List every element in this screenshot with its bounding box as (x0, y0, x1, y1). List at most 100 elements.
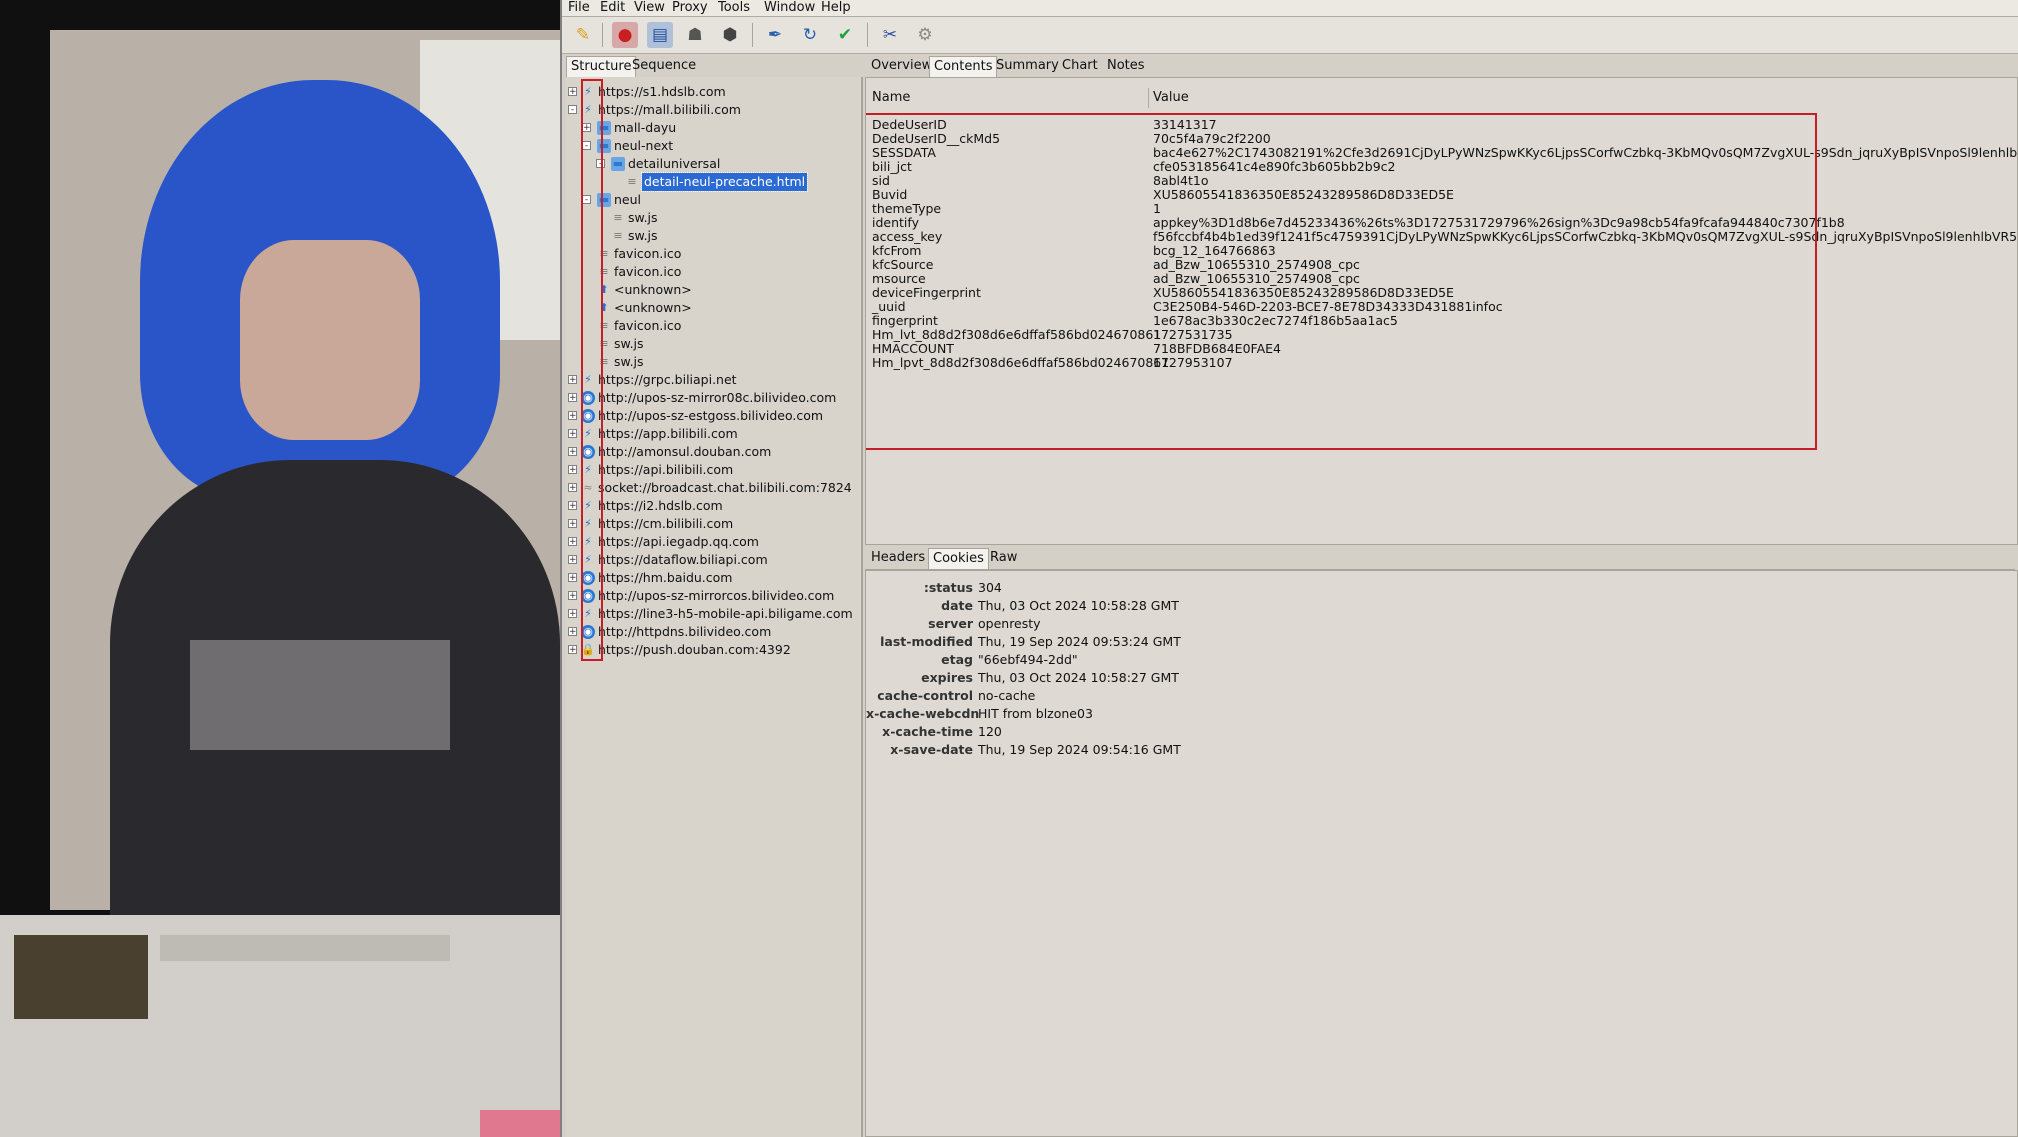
tree-expander[interactable]: + (568, 465, 577, 475)
tree-row[interactable]: + ⚡ https://dataflow.biliapi.com (566, 551, 862, 569)
tools-icon[interactable]: ✂ (877, 22, 903, 48)
tree-row[interactable]: + ◉ https://hm.baidu.com (566, 569, 862, 587)
tree-row[interactable]: + ◉ http://amonsul.douban.com (566, 443, 862, 461)
tab-sequence[interactable]: Sequence (628, 56, 700, 76)
tree-row[interactable]: - ⚡ https://mall.bilibili.com (566, 101, 862, 119)
tree-row[interactable]: + ◉ http://httpdns.bilivideo.com (566, 623, 862, 641)
menu-edit[interactable]: Edit (600, 0, 625, 16)
tab-headers[interactable]: Headers (867, 548, 929, 568)
tree-expander[interactable]: + (568, 87, 577, 97)
tree-row[interactable]: - ▬ neul-next (566, 137, 862, 155)
tree-row[interactable]: + ◉ http://upos-sz-estgoss.bilivideo.com (566, 407, 862, 425)
tree-expander[interactable]: + (568, 591, 577, 601)
tree-row[interactable]: ≡ favicon.ico (566, 245, 862, 263)
tree-item-label: https://cm.bilibili.com (598, 516, 734, 531)
tree-row[interactable]: ≡ favicon.ico (566, 317, 862, 335)
tab-raw[interactable]: Raw (986, 548, 1021, 568)
header-value: Thu, 03 Oct 2024 10:58:28 GMT (978, 598, 1179, 613)
tab-notes[interactable]: Notes (1103, 56, 1149, 76)
tree-row[interactable]: + ⚡ https://line3-h5-mobile-api.biligame.c… (566, 605, 862, 623)
tab-contents[interactable]: Contents (929, 56, 998, 77)
tab-cookies[interactable]: Cookies (928, 548, 989, 569)
header-row[interactable]: date Thu, 03 Oct 2024 10:58:28 GMT (866, 597, 2016, 615)
edit-icon[interactable]: ✒ (762, 22, 788, 48)
tree-expander[interactable]: + (568, 627, 577, 637)
tab-overview[interactable]: Overview (867, 56, 936, 76)
header-row[interactable]: x-cache-webcdn HIT from blzone03 (866, 705, 2016, 723)
tree-row[interactable]: + ⚡ https://s1.hdslb.com (566, 83, 862, 101)
tab-structure[interactable]: Structure (566, 56, 637, 77)
tree-row[interactable]: ≡ detail-neul-precache.html (566, 172, 862, 192)
settings-icon[interactable]: ⚙ (912, 22, 938, 48)
column-divider[interactable] (1148, 88, 1149, 108)
record-icon[interactable]: ● (612, 22, 638, 48)
tree-expander[interactable]: + (568, 483, 577, 493)
menu-tools[interactable]: Tools (718, 0, 750, 16)
tree-row[interactable]: + ⚡ https://cm.bilibili.com (566, 515, 862, 533)
person-face (240, 240, 420, 440)
tree-row[interactable]: ≡ favicon.ico (566, 263, 862, 281)
header-row[interactable]: x-save-date Thu, 19 Sep 2024 09:54:16 GMT (866, 741, 2016, 759)
refresh-icon[interactable]: ↻ (797, 22, 823, 48)
column-header-value[interactable]: Value (1153, 88, 1189, 108)
intercept-icon[interactable]: ▤ (647, 22, 673, 48)
tab-chart[interactable]: Chart (1058, 56, 1102, 76)
tree-row[interactable]: + ▬ mall-dayu (566, 119, 862, 137)
camera-preview-panel (0, 0, 560, 1137)
tree-item-label: <unknown> (614, 300, 692, 315)
turtle-icon[interactable]: ☗ (682, 22, 708, 48)
menu-proxy[interactable]: Proxy (672, 0, 708, 16)
tree-row[interactable]: ≡ sw.js (566, 227, 862, 245)
tree-row[interactable]: ⬆ <unknown> (566, 281, 862, 299)
menu-help[interactable]: Help (821, 0, 851, 16)
header-key: x-cache-webcdn (866, 706, 980, 721)
tree-row[interactable]: + ◉ http://upos-sz-mirror08c.bilivideo.com (566, 389, 862, 407)
menu-window[interactable]: Window (764, 0, 815, 16)
tree-row[interactable]: ≡ sw.js (566, 335, 862, 353)
header-row[interactable]: cache-control no-cache (866, 687, 2016, 705)
header-row[interactable]: expires Thu, 03 Oct 2024 10:58:27 GMT (866, 669, 2016, 687)
column-header-name[interactable]: Name (872, 88, 910, 108)
tree-row[interactable]: + ⚡ https://grpc.biliapi.net (566, 371, 862, 389)
tree-item-label: neul (614, 192, 642, 207)
toolbar-separator (602, 23, 603, 47)
tree-row[interactable]: + ◉ http://upos-sz-mirrorcos.bilivideo.com (566, 587, 862, 605)
broom-icon[interactable]: ✎ (570, 22, 596, 48)
tree-expander[interactable]: + (568, 573, 577, 583)
tree-row[interactable]: + ⚡ https://app.bilibili.com (566, 425, 862, 443)
header-row[interactable]: :status 304 (866, 579, 2016, 597)
detail-tabs: Overview Contents Summary Chart Notes (865, 56, 2015, 77)
tree-expander[interactable]: + (568, 411, 577, 421)
tree-expander[interactable]: + (568, 609, 577, 619)
tree-row[interactable]: - ▬ neul (566, 191, 862, 209)
tree-expander[interactable]: + (568, 555, 577, 565)
tree-expander[interactable]: + (568, 375, 577, 385)
header-row[interactable]: server openresty (866, 615, 2016, 633)
tree-row[interactable]: + 🔒 https://push.douban.com:4392 (566, 641, 862, 659)
tree-row[interactable]: ⬆ <unknown> (566, 299, 862, 317)
tree-row[interactable]: + ≈ socket://broadcast.chat.bilibili.com:7… (566, 479, 862, 497)
tree-expander[interactable]: + (568, 393, 577, 403)
tree-row[interactable]: - ▬ detailuniversal (566, 155, 862, 173)
tree-expander[interactable]: + (568, 501, 577, 511)
tree-expander[interactable]: + (568, 645, 577, 655)
tree-expander[interactable]: + (568, 447, 577, 457)
tree-expander[interactable]: + (568, 537, 577, 547)
menu-view[interactable]: View (634, 0, 665, 16)
tree-row[interactable]: ≡ sw.js (566, 209, 862, 227)
tab-summary[interactable]: Summary (992, 56, 1063, 76)
header-row[interactable]: last-modified Thu, 19 Sep 2024 09:53:24 G… (866, 633, 2016, 651)
tree-row[interactable]: + ⚡ https://api.iegadp.qq.com (566, 533, 862, 551)
tree-row[interactable]: ≡ sw.js (566, 353, 862, 371)
tree-row[interactable]: + ⚡ https://api.bilibili.com (566, 461, 862, 479)
header-row[interactable]: etag "66ebf494-2dd" (866, 651, 2016, 669)
tree-row[interactable]: + ⚡ https://i2.hdslb.com (566, 497, 862, 515)
tree-item-label: socket://broadcast.chat.bilibili.com:782… (598, 480, 852, 495)
tree-expander[interactable]: - (568, 105, 577, 115)
header-row[interactable]: x-cache-time 120 (866, 723, 2016, 741)
check-icon[interactable]: ✔ (832, 22, 858, 48)
menu-file[interactable]: File (568, 0, 590, 16)
tree-expander[interactable]: + (568, 429, 577, 439)
tree-expander[interactable]: + (568, 519, 577, 529)
stop-icon[interactable]: ⬢ (717, 22, 743, 48)
